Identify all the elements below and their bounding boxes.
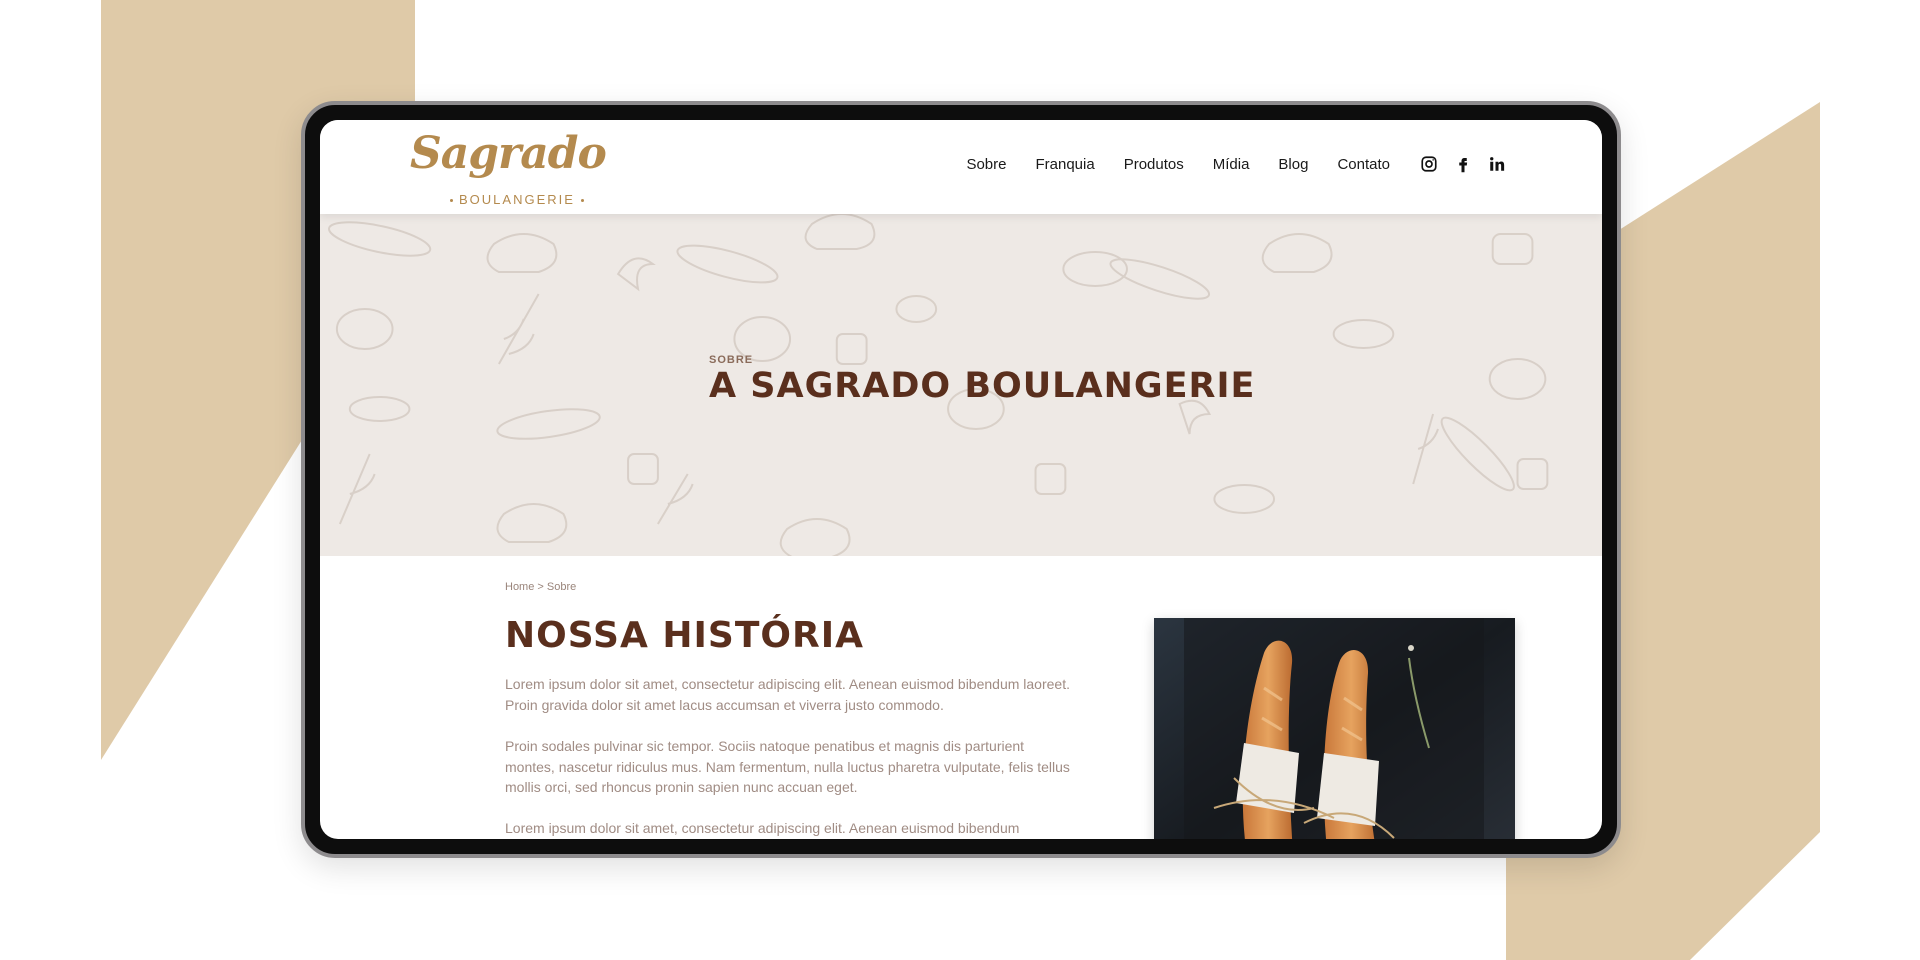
baguettes-photo <box>1154 618 1515 839</box>
website-screen: Sagrado BOULANGERIE Sobre Franquia Produ… <box>320 120 1602 839</box>
brand-logo[interactable]: Sagrado BOULANGERIE <box>410 128 607 208</box>
story-paragraph-1: Lorem ipsum dolor sit amet, consectetur … <box>505 676 1070 713</box>
nav-sobre[interactable]: Sobre <box>966 156 1006 173</box>
section-title: NOSSA HISTÓRIA <box>505 615 864 656</box>
hero-title: A SAGRADO BOULANGERIE <box>709 366 1256 406</box>
linkedin-icon[interactable] <box>1487 154 1507 174</box>
breadcrumb[interactable]: Home > Sobre <box>505 581 576 593</box>
social-links <box>1419 154 1507 174</box>
nav-contato[interactable]: Contato <box>1337 156 1390 173</box>
facebook-icon[interactable] <box>1453 154 1473 174</box>
main-nav: Sobre Franquia Produtos Mídia Blog Conta… <box>937 156 1390 173</box>
nav-blog[interactable]: Blog <box>1278 156 1308 173</box>
story-paragraph-3: Lorem ipsum dolor sit amet, consectetur … <box>505 820 1020 836</box>
story-paragraph-2: Proin sodales pulvinar sic tempor. Socii… <box>505 738 1070 795</box>
logo-wordmark: Sagrado <box>410 128 607 179</box>
site-header: Sagrado BOULANGERIE Sobre Franquia Produ… <box>320 120 1602 214</box>
hero-banner: SOBRE A SAGRADO BOULANGERIE <box>320 214 1602 556</box>
hero-kicker: SOBRE <box>709 354 754 366</box>
nav-midia[interactable]: Mídia <box>1213 156 1250 173</box>
tablet-frame: Sagrado BOULANGERIE Sobre Franquia Produ… <box>301 101 1621 858</box>
nav-franquia[interactable]: Franquia <box>1035 156 1094 173</box>
nav-produtos[interactable]: Produtos <box>1124 156 1184 173</box>
instagram-icon[interactable] <box>1419 154 1439 174</box>
logo-subtitle: BOULANGERIE <box>444 192 590 207</box>
